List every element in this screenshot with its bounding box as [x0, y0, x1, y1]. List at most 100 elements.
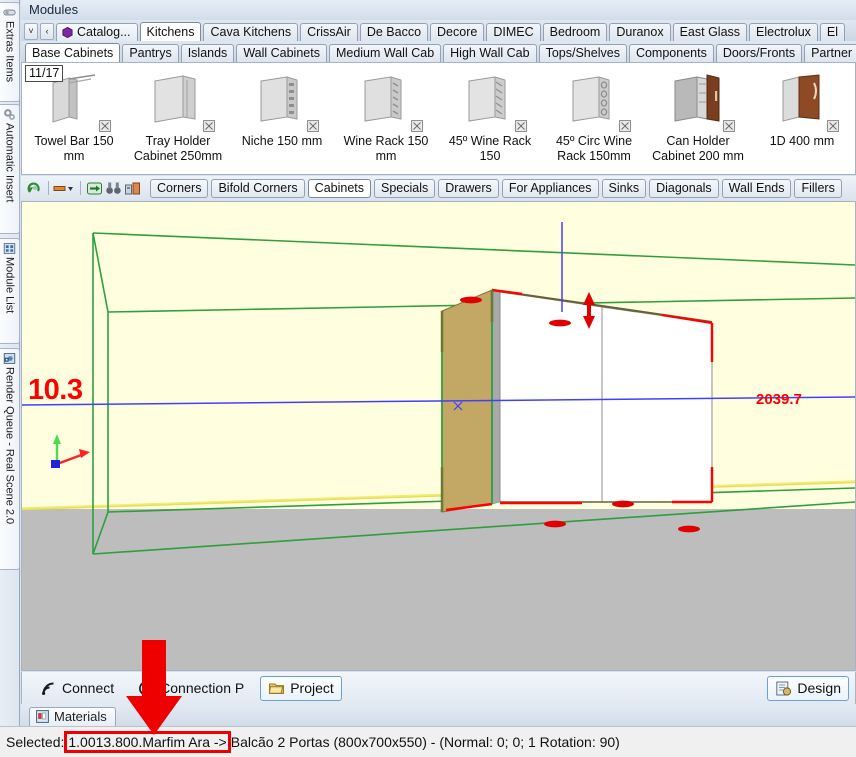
brand-tab-de-bacco[interactable]: De Bacco	[359, 23, 429, 41]
category-tab-high-wall-cab[interactable]: High Wall Cab	[443, 44, 537, 62]
application-window: Extras Items Automatic Insert Module Lis…	[0, 0, 856, 757]
category-tab-label: Pantrys	[129, 46, 172, 60]
sidebar-item-render-queue[interactable]: Render Queue - Real Scene 2.0	[0, 348, 20, 570]
brand-tab-dimec[interactable]: DIMEC	[486, 23, 541, 41]
subtab-cabinets[interactable]: Cabinets	[307, 178, 372, 198]
category-tab-partner[interactable]: Partner	[804, 44, 856, 62]
category-tab-row: Base Cabinets Pantrys Islands Wall Cabinets…	[21, 41, 856, 62]
sidebar-item-automatic-insert[interactable]: Automatic Insert	[0, 104, 20, 234]
brand-tab-duranox[interactable]: Duranox	[609, 23, 671, 41]
connection-point-button[interactable]: Connection P	[130, 676, 252, 701]
sidebar-item-module-list[interactable]: Module List	[0, 238, 20, 344]
subtab-for-appliances[interactable]: For Appliances	[501, 178, 599, 198]
design-button[interactable]: Design	[767, 675, 849, 701]
connection-point-label: Connection P	[160, 680, 245, 696]
list-icon	[3, 243, 16, 254]
category-tab-wall-cabinets[interactable]: Wall Cabinets	[236, 44, 327, 62]
bottom-button-bar: Connect Connection P Project Design	[21, 672, 856, 704]
brand-tab-el[interactable]: El	[819, 23, 846, 41]
palette-item[interactable]: Niche 150 mm	[230, 63, 334, 174]
sidebar-item-label: Module List	[3, 257, 16, 314]
brand-tab-label: Duranox	[616, 25, 664, 39]
brand-tab-label: CrissAir	[307, 25, 351, 39]
expand-variants-icon[interactable]	[515, 119, 529, 133]
category-tab-pantrys[interactable]: Pantrys	[122, 44, 179, 62]
subtab-fillers[interactable]: Fillers	[794, 178, 842, 198]
folder-icon	[269, 683, 285, 694]
subtab-label: Cabinets	[314, 180, 365, 195]
brand-tab-decore[interactable]: Decore	[430, 23, 485, 41]
palette-items-host: Towel Bar 150 mm Tray Holder Cabinet 250…	[22, 63, 854, 174]
color-swatch-dropdown-icon[interactable]	[53, 179, 75, 197]
brand-tabs-host: Kitchens Cava Kitchens CrissAir De Bacco Dec…	[139, 22, 848, 41]
category-tab-label: High Wall Cab	[450, 46, 530, 60]
compare-items-icon[interactable]	[123, 179, 141, 197]
subtoolbar-tabs-host: Corners Bifold Corners Cabinets Specials Dra…	[150, 178, 845, 198]
palette-item[interactable]: Wine Rack 150 mm	[334, 63, 438, 174]
category-tab-islands[interactable]: Islands	[180, 44, 235, 62]
project-button[interactable]: Project	[260, 675, 342, 701]
tab-materials[interactable]: Materials	[29, 707, 116, 726]
status-suffix: Balcão 2 Portas (800x700x550) - (Normal:…	[230, 734, 620, 750]
brand-tab-label: East Glass	[679, 25, 741, 39]
subtab-corners[interactable]: Corners	[150, 178, 209, 198]
dimension-label-left: 10.3	[28, 374, 83, 406]
find-binoculars-icon[interactable]	[104, 179, 122, 197]
subtab-wall-ends[interactable]: Wall Ends	[721, 178, 792, 198]
subtab-label: Wall Ends	[728, 180, 785, 195]
refresh-catalog-icon[interactable]	[25, 179, 43, 197]
subtab-specials[interactable]: Specials	[374, 178, 436, 198]
category-tab-label: Tops/Shelves	[545, 46, 620, 60]
palette-item[interactable]: 1D 400 mm	[750, 63, 854, 174]
catalog-label: Catalog...	[77, 25, 131, 39]
design-icon	[776, 681, 792, 696]
brand-tab-electrolux[interactable]: Electrolux	[749, 23, 818, 41]
palette-item[interactable]: Can Holder Cabinet 200 mm	[646, 63, 750, 174]
expand-variants-icon[interactable]	[307, 119, 321, 133]
brand-tab-bedroom[interactable]: Bedroom	[542, 23, 608, 41]
brand-tab-label: De Bacco	[366, 25, 422, 39]
brand-tab-east-glass[interactable]: East Glass	[672, 23, 748, 41]
render-icon	[3, 353, 16, 364]
3d-viewport[interactable]: 10.3 2039.7	[21, 201, 856, 671]
expand-variants-icon[interactable]	[411, 119, 425, 133]
subtab-diagonals[interactable]: Diagonals	[649, 178, 719, 198]
subtab-drawers[interactable]: Drawers	[438, 178, 499, 198]
brand-tab-label: Bedroom	[549, 25, 601, 39]
palette-item-caption: 45º Wine Rack 150	[448, 134, 532, 163]
connect-button[interactable]: Connect	[32, 676, 122, 701]
expand-variants-icon[interactable]	[827, 119, 841, 133]
catalog-selector[interactable]: Catalog...	[56, 23, 138, 41]
insert-arrow-icon[interactable]	[85, 179, 103, 197]
cabinet-door-right	[601, 306, 713, 503]
brand-tab-cava-kitchens[interactable]: Cava Kitchens	[203, 23, 299, 41]
category-tab-components[interactable]: Components	[628, 44, 714, 62]
brand-tab-label: Cava Kitchens	[210, 25, 292, 39]
sidebar-item-extras-items[interactable]: Extras Items	[0, 2, 20, 102]
category-tab-tops-shelves[interactable]: Tops/Shelves	[538, 44, 627, 62]
subtab-bifold-corners[interactable]: Bifold Corners	[211, 178, 305, 198]
palette-item-caption: 1D 400 mm	[769, 134, 835, 148]
brand-tab-crissair[interactable]: CrissAir	[300, 23, 358, 41]
brand-tab-label: Electrolux	[756, 25, 811, 39]
category-tab-doors-fronts[interactable]: Doors/Fronts	[715, 44, 803, 62]
expand-variants-icon[interactable]	[619, 119, 633, 133]
palette-page-indicator: 11/17	[25, 65, 64, 82]
category-tab-label: Medium Wall Cab	[335, 46, 435, 60]
connect-icon	[42, 682, 54, 695]
design-label: Design	[797, 680, 841, 696]
tab-scroll-left-button[interactable]: ‹	[40, 23, 54, 40]
palette-item[interactable]: 45º Wine Rack 150	[438, 63, 542, 174]
expand-variants-icon[interactable]	[723, 119, 737, 133]
palette-item[interactable]: Tray Holder Cabinet 250mm	[126, 63, 230, 174]
category-tab-medium-wall-cab[interactable]: Medium Wall Cab	[328, 44, 442, 62]
category-tab-label: Doors/Fronts	[722, 46, 796, 60]
palette-item[interactable]: 45º Circ Wine Rack 150mm	[542, 63, 646, 174]
tab-scroll-down-button[interactable]: ˅	[24, 23, 38, 40]
category-tab-base-cabinets[interactable]: Base Cabinets	[25, 43, 121, 62]
expand-variants-icon[interactable]	[99, 119, 113, 133]
subtab-sinks[interactable]: Sinks	[601, 178, 647, 198]
brand-tab-kitchens[interactable]: Kitchens	[139, 22, 202, 41]
expand-variants-icon[interactable]	[203, 119, 217, 133]
page-title: Modules	[29, 2, 79, 17]
